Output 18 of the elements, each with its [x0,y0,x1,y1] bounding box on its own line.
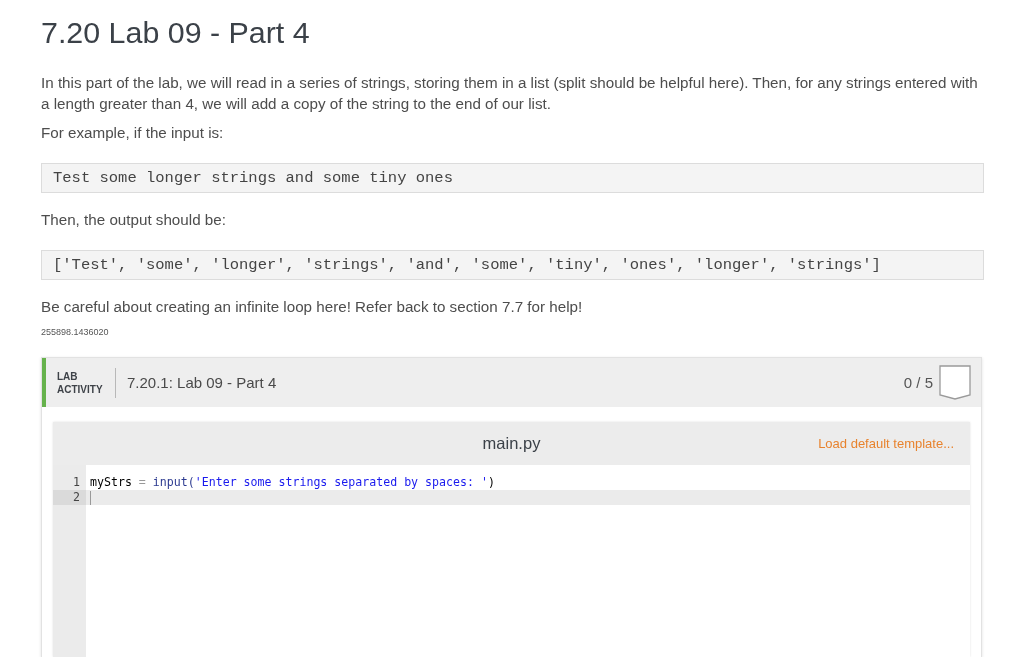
score-text: 0 / 5 [903,374,933,391]
code-sample: Test some longer strings and some tiny ones [41,163,984,193]
activity-label: LAB ACTIVITY [57,369,104,396]
code-editor[interactable]: 1 myStrs = input('Enter some strings separated by spaces: ') 2 [53,465,970,657]
code-text: myStrs = input('Enter some strings separated by spaces: ') [89,475,495,490]
code-sample: ['Test', 'some', 'longer', 'strings', 'and', 'some', 'tiny', 'ones', 'longer', 'strings'] [41,250,984,280]
line-number: 2 [53,490,86,505]
instruction-text: Be careful about creating an infinite loop here! Refer back to section 7.7 for help! [41,297,584,317]
instruction-text: Then, the output should be: [41,210,227,230]
instruction-text: For example, if the input is: [41,123,225,143]
instruction-text: In this part of the lab, we will read in a series of strings, storing them in a list (split should be helpful here). Then, for any strings entered with a length greater than 4, we will add a copy of the string to the end of our list. [41,73,979,114]
page-title: 7.20 Lab 09 - Part 4 [41,14,311,51]
activity-title: 7.20.1: Lab 09 - Part 4 [127,374,278,391]
line-number: 1 [72,475,81,490]
shield-outline-icon [939,365,971,400]
text-cursor-icon [90,491,91,505]
file-name: main.py [482,434,541,453]
id-text: 255898.1436020 [41,326,110,338]
